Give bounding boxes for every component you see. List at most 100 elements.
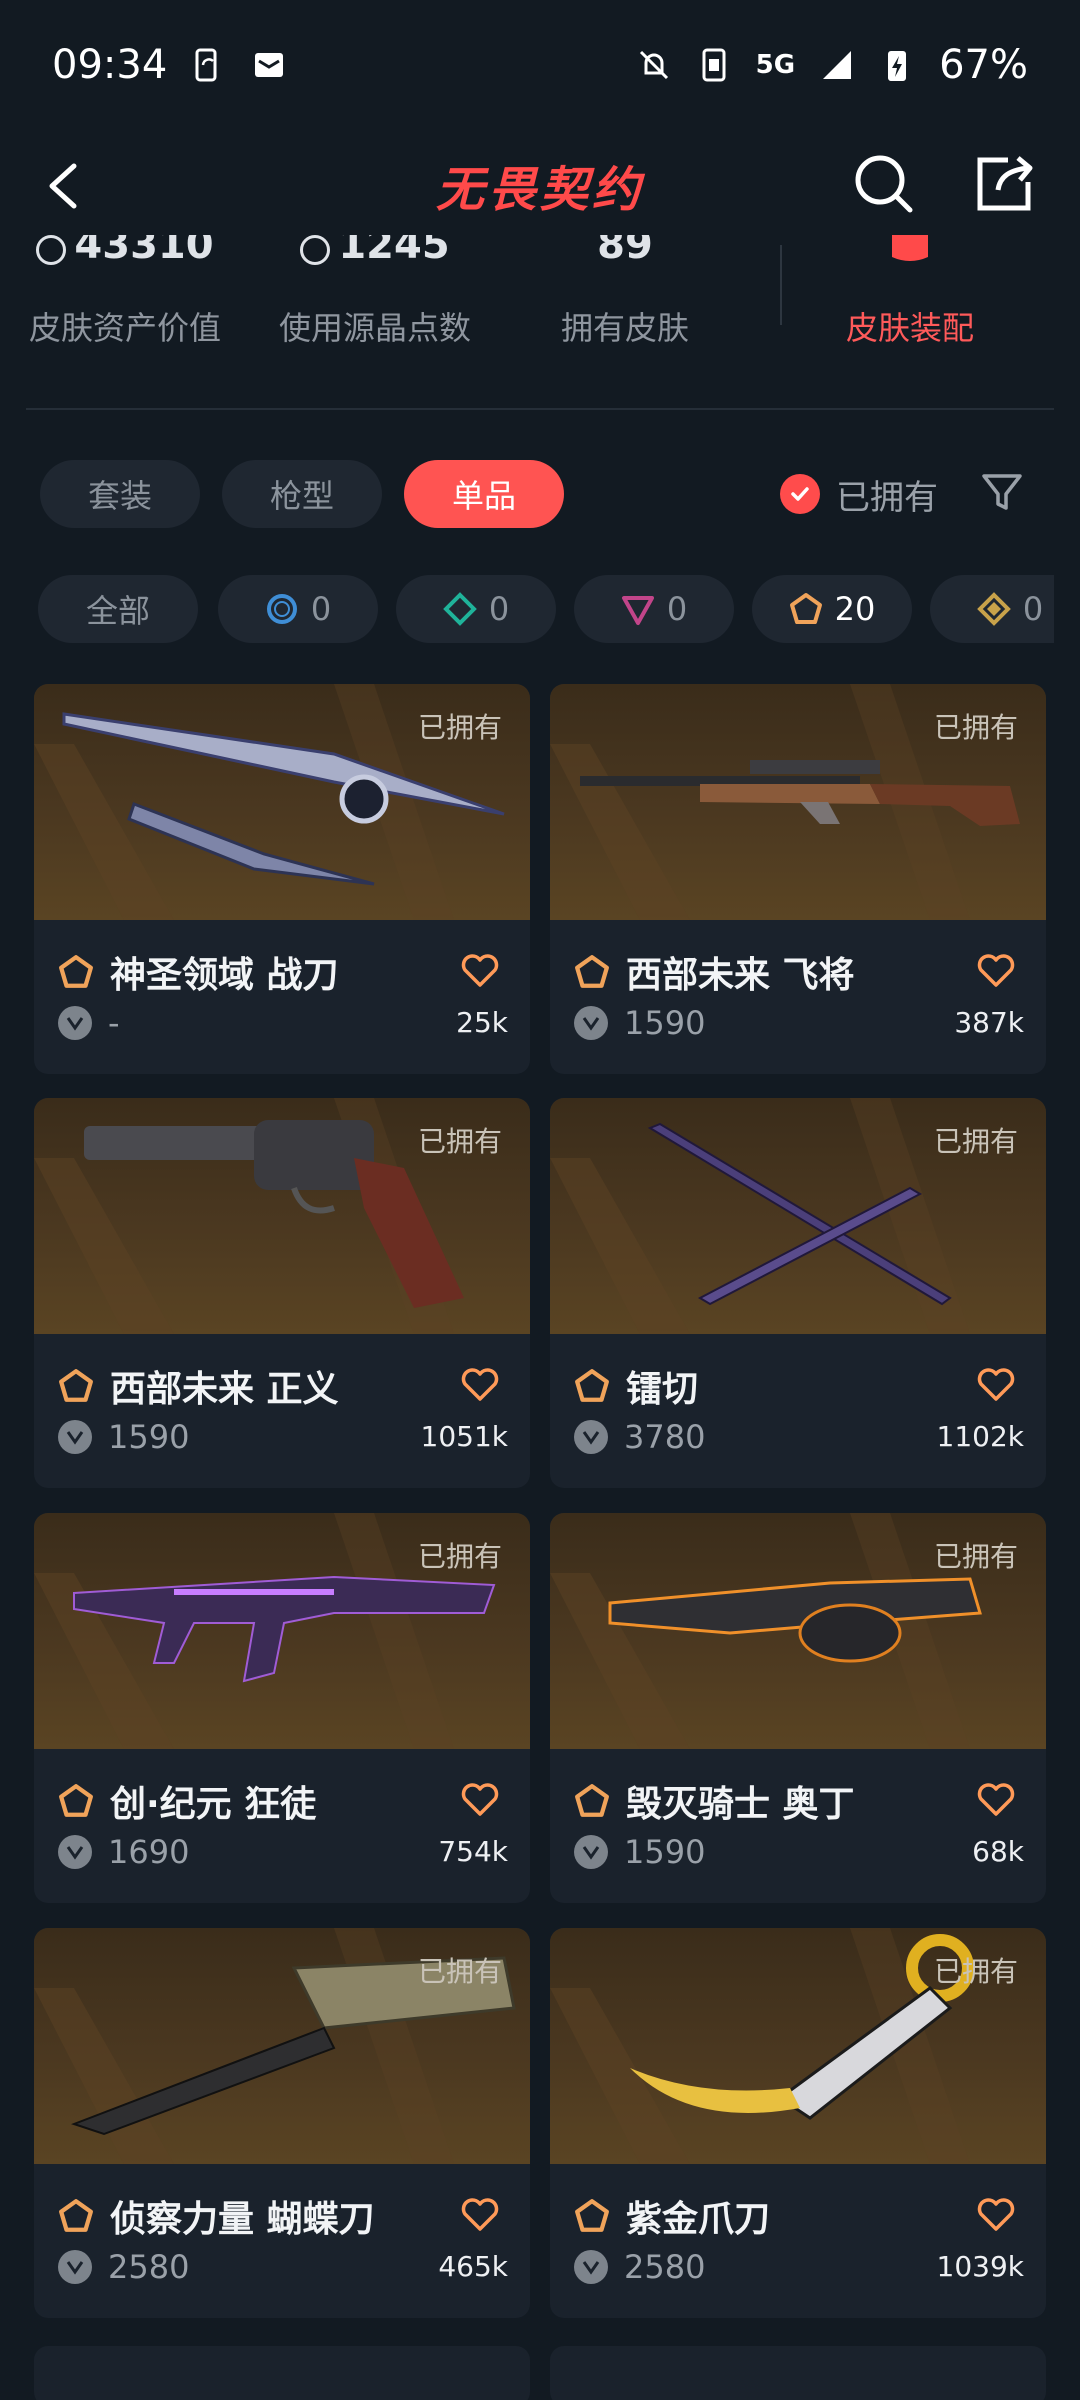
skin-name: 神圣领域 战刀 bbox=[110, 955, 339, 996]
vp-icon bbox=[58, 1006, 92, 1040]
skin-image: 已拥有 bbox=[550, 684, 1046, 920]
vp-icon bbox=[36, 235, 67, 265]
exclusive-tier-icon bbox=[59, 2199, 93, 2232]
skin-card[interactable]: 已拥有 镭切 3780 1102k bbox=[550, 1098, 1046, 1488]
like-count: 1039k bbox=[936, 2250, 1024, 2283]
chip-select-tier[interactable]: 0 bbox=[218, 575, 378, 643]
skin-image: 已拥有 bbox=[34, 684, 530, 920]
battery-percent: 67% bbox=[939, 42, 1028, 88]
skin-card[interactable]: 已拥有 毁灭骑士 奥丁 1590 68k bbox=[550, 1513, 1046, 1903]
filter-icon[interactable] bbox=[980, 470, 1024, 514]
skin-price: 2580 bbox=[624, 2248, 706, 2286]
skin-image: 已拥有 bbox=[550, 1928, 1046, 2164]
page-title: 无畏契约 bbox=[435, 162, 644, 218]
exclusive-tier-icon bbox=[575, 2199, 609, 2232]
like-count: 1051k bbox=[420, 1420, 508, 1453]
chip-ultra-tier[interactable]: 0 bbox=[930, 575, 1054, 643]
skin-price: 1590 bbox=[624, 1833, 706, 1871]
divider bbox=[26, 408, 1054, 410]
skin-card[interactable]: 已拥有 侦察力量 蝴蝶刀 2580 465k bbox=[34, 1928, 530, 2318]
wardrobe-icon bbox=[892, 235, 928, 261]
deluxe-tier-icon bbox=[442, 592, 477, 626]
skin-name: 镭切 bbox=[626, 1369, 699, 1410]
skin-card-peek bbox=[550, 2346, 1046, 2400]
skin-price: 1590 bbox=[624, 1004, 706, 1042]
like-count: 25k bbox=[456, 1006, 508, 1039]
stat-owned-skins: 89 拥有皮肤 bbox=[560, 235, 689, 347]
select-tier-icon bbox=[266, 594, 297, 624]
like-count: 465k bbox=[438, 2250, 508, 2283]
heart-icon[interactable] bbox=[976, 950, 1016, 990]
skin-image: 已拥有 bbox=[550, 1098, 1046, 1334]
clock: 09:34 bbox=[52, 42, 168, 88]
heart-icon[interactable] bbox=[976, 2194, 1016, 2234]
exclusive-tier-icon bbox=[575, 1369, 609, 1402]
check-icon bbox=[780, 474, 820, 514]
signal-icon bbox=[823, 51, 852, 79]
skin-price: 3780 bbox=[624, 1418, 706, 1456]
like-count: 754k bbox=[438, 1835, 508, 1868]
owned-filter-toggle[interactable]: 已拥有 bbox=[780, 466, 938, 522]
skin-name: 紫金爪刀 bbox=[626, 2199, 771, 2240]
tab-single-item[interactable]: 单品 bbox=[404, 460, 564, 528]
skin-name: 侦察力量 蝴蝶刀 bbox=[110, 2199, 375, 2240]
divider bbox=[780, 245, 782, 325]
like-count: 1102k bbox=[936, 1420, 1024, 1453]
skin-card[interactable]: 已拥有 西部未来 正义 1590 1051k bbox=[34, 1098, 530, 1488]
radianite-icon bbox=[300, 235, 331, 265]
skin-name: 毁灭骑士 奥丁 bbox=[626, 1784, 855, 1825]
skin-price: 1690 bbox=[108, 1833, 190, 1871]
skin-price: 2580 bbox=[108, 2248, 190, 2286]
heart-icon[interactable] bbox=[460, 950, 500, 990]
heart-icon[interactable] bbox=[460, 2194, 500, 2234]
exclusive-tier-icon bbox=[59, 955, 93, 988]
skin-fitting-button[interactable]: 皮肤装配 bbox=[780, 235, 1040, 349]
chip-deluxe-tier[interactable]: 0 bbox=[396, 575, 556, 643]
vp-icon bbox=[574, 1420, 608, 1454]
vp-icon bbox=[58, 1835, 92, 1869]
status-bar: 09:34 5G 67% bbox=[0, 0, 1080, 130]
silent-bell-icon bbox=[639, 50, 668, 80]
heart-icon[interactable] bbox=[460, 1779, 500, 1819]
vp-icon bbox=[574, 2250, 608, 2284]
skin-card[interactable]: 已拥有 创·纪元 狂徒 1690 754k bbox=[34, 1513, 530, 1903]
vp-icon bbox=[574, 1835, 608, 1869]
chip-exclusive-tier[interactable]: 20 bbox=[752, 575, 912, 643]
back-icon[interactable] bbox=[40, 158, 96, 214]
skin-image: 已拥有 bbox=[34, 1928, 530, 2164]
tab-set[interactable]: 套装 bbox=[40, 460, 200, 528]
search-icon[interactable] bbox=[850, 150, 916, 216]
skin-image: 已拥有 bbox=[550, 1513, 1046, 1749]
exclusive-tier-icon bbox=[575, 1784, 609, 1817]
heart-icon[interactable] bbox=[976, 1779, 1016, 1819]
sim-icon bbox=[702, 48, 726, 82]
premium-tier-icon bbox=[621, 596, 654, 625]
chip-all[interactable]: 全部 bbox=[38, 575, 198, 643]
skin-card-peek bbox=[34, 2346, 530, 2400]
exclusive-tier-icon bbox=[59, 1784, 93, 1817]
vp-icon bbox=[58, 1420, 92, 1454]
network-type: 5G bbox=[755, 50, 796, 80]
vp-icon bbox=[574, 1006, 608, 1040]
skin-image: 已拥有 bbox=[34, 1513, 530, 1749]
skin-card[interactable]: 已拥有 西部未来 飞将 1590 387k bbox=[550, 684, 1046, 1074]
skin-card[interactable]: 已拥有 神圣领域 战刀 - 25k bbox=[34, 684, 530, 1074]
skin-card[interactable]: 已拥有 紫金爪刀 2580 1039k bbox=[550, 1928, 1046, 2318]
battery-charging-icon bbox=[888, 51, 907, 81]
tab-weapon-type[interactable]: 枪型 bbox=[222, 460, 382, 528]
chip-premium-tier[interactable]: 0 bbox=[574, 575, 734, 643]
skin-price: - bbox=[108, 1004, 120, 1042]
heart-icon[interactable] bbox=[976, 1364, 1016, 1404]
stat-radianite-points: 1245 使用源晶点数 bbox=[278, 235, 471, 347]
mail-icon bbox=[255, 53, 284, 77]
skin-name: 西部未来 正义 bbox=[110, 1369, 339, 1410]
heart-icon[interactable] bbox=[460, 1364, 500, 1404]
app-header: 无畏契约 bbox=[0, 130, 1080, 240]
phone-sync-icon bbox=[195, 48, 217, 82]
vp-icon bbox=[58, 2250, 92, 2284]
exclusive-tier-icon bbox=[789, 593, 822, 624]
skin-name: 西部未来 飞将 bbox=[626, 955, 855, 996]
skin-name: 创·纪元 狂徒 bbox=[110, 1784, 317, 1825]
like-count: 68k bbox=[972, 1835, 1024, 1868]
share-icon[interactable] bbox=[972, 150, 1038, 216]
